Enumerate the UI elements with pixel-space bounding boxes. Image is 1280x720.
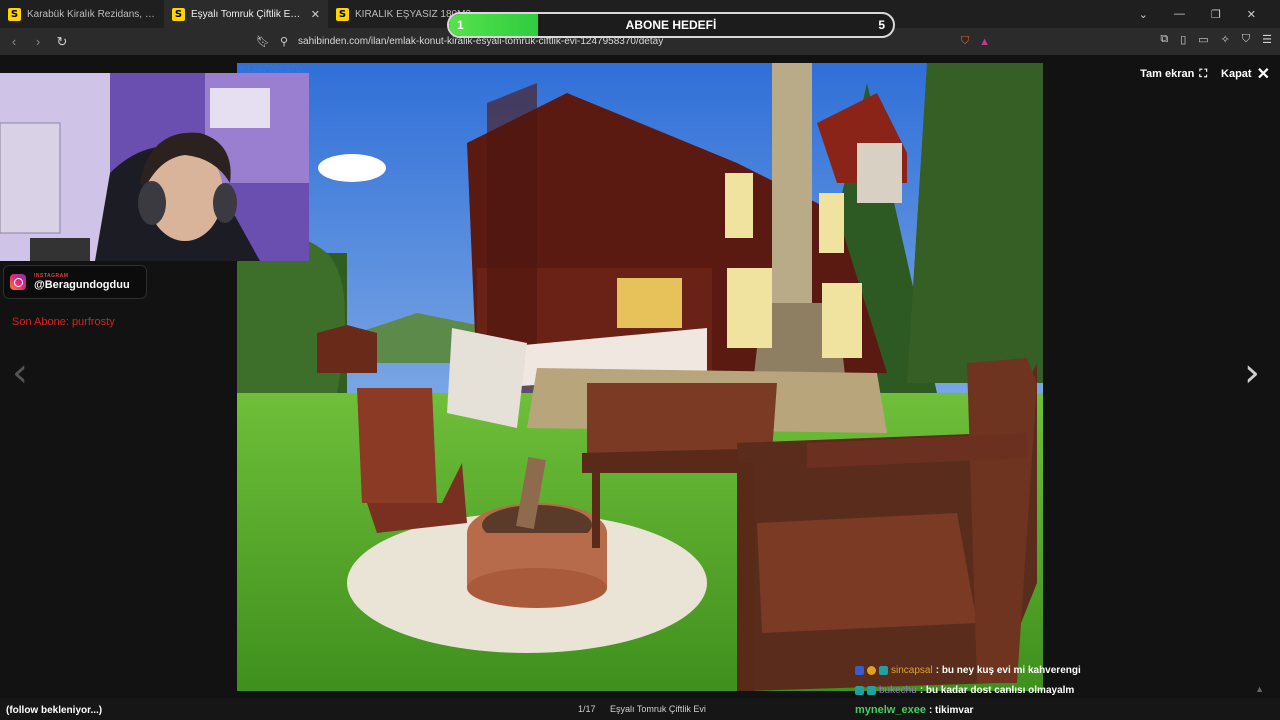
previous-photo-arrow-icon[interactable]: ‹ [12, 350, 28, 396]
verified-badge-icon [855, 665, 864, 675]
goal-target: 5 [878, 18, 885, 32]
listing-photo[interactable] [237, 63, 1043, 691]
tab-title: Eşyalı Tomruk Çiftlik Evi - Kiralık [191, 8, 305, 20]
chat-overlay: sincapsal : bu ney kuş evi mi kahverengi… [855, 660, 1275, 720]
fullscreen-label: Tam ekran [1140, 68, 1195, 80]
subscriber-goal-bar: 1 ABONE HEDEFİ 5 [447, 12, 895, 38]
gallery-actions: Tam ekran ⛶ Kapat ✕ [1140, 64, 1270, 84]
photo-counter: 1/17 [578, 704, 596, 714]
chat-text: : tikimvar [928, 704, 974, 716]
fullscreen-icon: ⛶ [1199, 67, 1208, 80]
webcam-overlay [0, 73, 309, 261]
vpn-icon[interactable]: ⛉ [1242, 33, 1250, 46]
brave-shield-icon[interactable]: ⛉ [961, 35, 969, 48]
chat-message-text: bu ney kuş evi mi kahverengi [941, 664, 1081, 676]
sahibinden-favicon-icon: S [8, 7, 21, 21]
site-info-icon[interactable]: ⚲ [280, 35, 288, 48]
forward-icon[interactable]: › [28, 34, 48, 49]
reload-icon[interactable]: ↻ [52, 34, 72, 50]
restore-icon[interactable]: ❐ [1211, 8, 1221, 21]
scroll-up-icon[interactable]: ▲ [1255, 684, 1264, 694]
follow-waiting: (follow bekleniyor...) [6, 705, 103, 716]
chat-message-text: bu kadar dost canlısı olmayalm [925, 684, 1075, 696]
close-icon: ✕ [1256, 66, 1270, 83]
wallet-icon[interactable]: ▭ [1198, 33, 1208, 46]
next-photo-arrow-icon[interactable]: › [1244, 350, 1260, 396]
instagram-badge: INSTAGRAM @Beragundogduu [3, 265, 147, 299]
instagram-icon [10, 274, 26, 290]
leo-ai-icon[interactable]: ✧ [1221, 33, 1230, 46]
browser-tab-2[interactable]: S Eşyalı Tomruk Çiftlik Evi - Kiralık ✕ [164, 0, 328, 28]
chat-message: mynelw_exee : tikimvar [855, 700, 1275, 720]
fullscreen-button[interactable]: Tam ekran ⛶ [1140, 68, 1207, 81]
window-close-icon[interactable]: ✕ [1247, 8, 1256, 21]
goal-title: ABONE HEDEFİ [625, 18, 717, 32]
extensions-icon[interactable]: ⧉ [1160, 33, 1168, 46]
last-subscriber: Son Abone: purfrosty [12, 316, 115, 328]
chat-text: : bu kadar dost canlısı olmayalm [919, 684, 1075, 696]
instagram-handle: @Beragundogduu [34, 279, 130, 291]
sub-badge-icon [867, 665, 876, 675]
sidebar-icon[interactable]: ▯ [1180, 33, 1186, 46]
game-badge-icon [867, 685, 876, 695]
photo-caption: Eşyalı Tomruk Çiftlik Evi [610, 704, 706, 714]
chat-message: sincapsal : bu ney kuş evi mi kahverengi [855, 660, 1275, 680]
chat-message: bukechu : bu kadar dost canlısı olmayalm [855, 680, 1275, 700]
sahibinden-favicon-icon: S [172, 7, 185, 21]
tab-list-chevron-icon[interactable]: ⌄ [1139, 8, 1148, 21]
chat-text: : bu ney kuş evi mi kahverengi [935, 664, 1081, 676]
menu-icon[interactable]: ☰ [1262, 33, 1272, 46]
window-controls: ⌄ — ❐ ✕ [1139, 0, 1280, 28]
game-badge-icon [855, 685, 864, 695]
chat-username[interactable]: mynelw_exee [855, 704, 926, 716]
minimize-icon[interactable]: — [1174, 8, 1185, 20]
game-badge-icon [879, 665, 888, 675]
chat-username[interactable]: bukechu [879, 685, 917, 696]
bookmark-icon[interactable]: 🔖︎ [256, 35, 270, 48]
extension-icons: ⧉ ▯ ▭ ✧ ⛉ ☰ [1160, 33, 1272, 46]
back-icon[interactable]: ‹ [4, 34, 24, 49]
chat-message-text: tikimvar [935, 704, 974, 716]
chat-username[interactable]: sincapsal [891, 665, 933, 676]
close-label: Kapat [1221, 68, 1252, 80]
sahibinden-favicon-icon: S [336, 7, 349, 21]
brave-rewards-icon[interactable]: ▲ [979, 36, 990, 48]
tab-title: Karabük Kiralık Rezidans, Villa, Müsta [27, 8, 156, 20]
close-gallery-button[interactable]: Kapat ✕ [1221, 64, 1270, 84]
close-tab-icon[interactable]: ✕ [311, 8, 320, 21]
browser-tab-1[interactable]: S Karabük Kiralık Rezidans, Villa, Müsta [0, 0, 164, 28]
